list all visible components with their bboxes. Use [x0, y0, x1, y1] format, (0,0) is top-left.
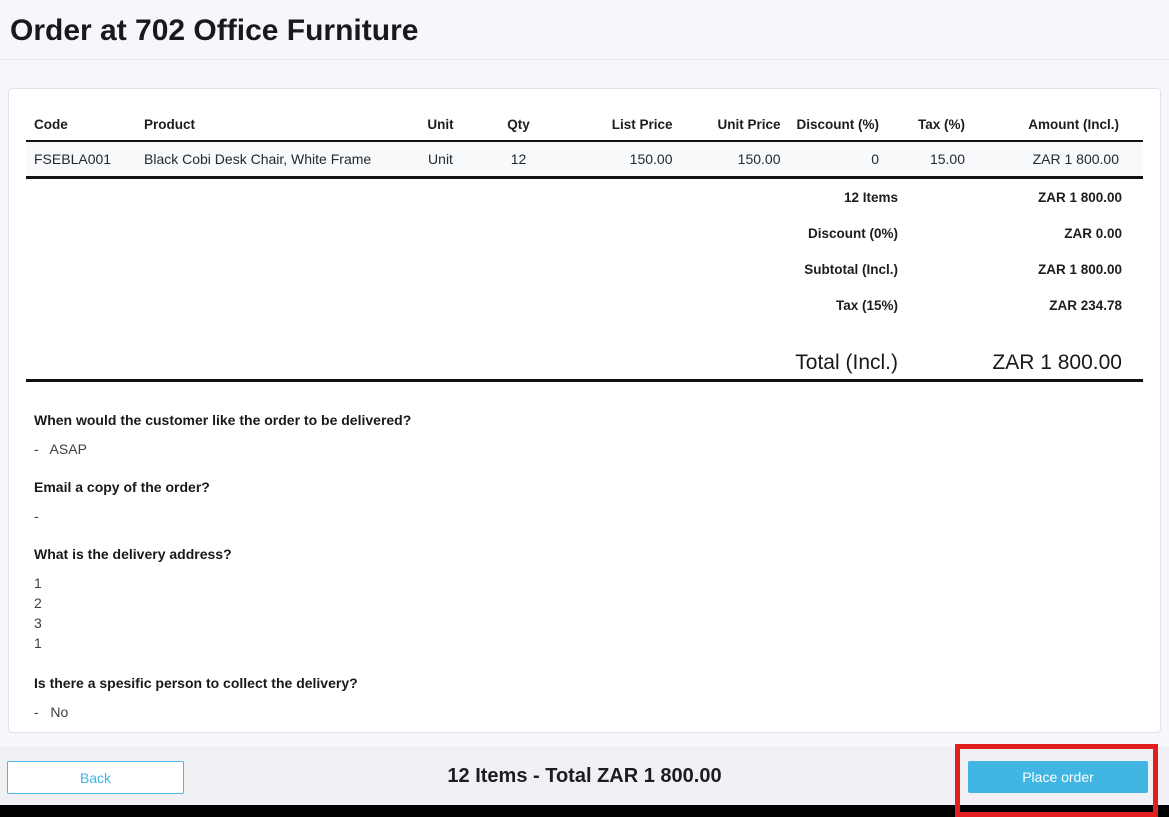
total-row: Total (Incl.) ZAR 1 800.00	[26, 349, 1143, 377]
question-email-copy: Email a copy of the order?	[34, 479, 1135, 495]
place-order-button[interactable]: Place order	[968, 761, 1148, 793]
cell-unit-price: 150.00	[681, 141, 789, 178]
cell-amount: ZAR 1 800.00	[973, 141, 1143, 178]
total-label: Total (Incl.)	[795, 351, 898, 375]
total-divider	[26, 379, 1143, 382]
footer-action-bar: 12 Items - Total ZAR 1 800.00 Back Place…	[0, 747, 1169, 805]
question-delivery-address: What is the delivery address?	[34, 546, 1135, 562]
cell-product: Black Cobi Desk Chair, White Frame	[136, 141, 400, 178]
column-header-tax: Tax (%)	[887, 109, 973, 141]
column-header-qty: Qty	[482, 109, 556, 141]
answer-delivery-time: - ASAP	[34, 441, 1135, 457]
summary-label: 12 Items	[844, 190, 898, 205]
cell-unit: Unit	[400, 141, 482, 178]
order-totals-summary: 12 Items ZAR 1 800.00 Discount (0%) ZAR …	[26, 179, 1143, 382]
summary-value: ZAR 234.78	[898, 298, 1122, 313]
back-button[interactable]: Back	[7, 761, 184, 794]
summary-label: Discount (0%)	[808, 226, 898, 241]
cell-list-price: 150.00	[556, 141, 681, 178]
total-value: ZAR 1 800.00	[898, 351, 1122, 375]
cell-discount: 0	[789, 141, 888, 178]
question-collect-person: Is there a spesific person to collect th…	[34, 675, 1135, 691]
answer-address-line: 1	[34, 573, 1135, 593]
column-header-amount: Amount (Incl.)	[973, 109, 1143, 141]
cell-tax: 15.00	[887, 141, 973, 178]
question-delivery-time: When would the customer like the order t…	[34, 412, 1135, 428]
answer-address-line: 2	[34, 593, 1135, 613]
column-header-product: Product	[136, 109, 400, 141]
page-header: Order at 702 Office Furniture	[0, 0, 1169, 60]
summary-value: ZAR 0.00	[898, 226, 1122, 241]
cell-code: FSEBLA001	[26, 141, 136, 178]
order-summary-card: Code Product Unit Qty List Price Unit Pr…	[8, 88, 1161, 733]
summary-row-discount: Discount (0%) ZAR 0.00	[26, 215, 1143, 251]
column-header-unit-price: Unit Price	[681, 109, 789, 141]
table-row: FSEBLA001 Black Cobi Desk Chair, White F…	[26, 141, 1143, 178]
order-questions-section: When would the customer like the order t…	[26, 412, 1143, 720]
summary-value: ZAR 1 800.00	[898, 190, 1122, 205]
answer-address-line: 3	[34, 613, 1135, 633]
cell-qty: 12	[482, 141, 556, 178]
table-header-row: Code Product Unit Qty List Price Unit Pr…	[26, 109, 1143, 141]
column-header-list-price: List Price	[556, 109, 681, 141]
order-items-table: Code Product Unit Qty List Price Unit Pr…	[26, 109, 1143, 179]
summary-label: Tax (15%)	[836, 298, 898, 313]
column-header-unit: Unit	[400, 109, 482, 141]
answer-email-copy: -	[34, 508, 1135, 524]
answer-collect-person: - No	[34, 704, 1135, 720]
summary-row-subtotal: Subtotal (Incl.) ZAR 1 800.00	[26, 251, 1143, 287]
column-header-code: Code	[26, 109, 136, 141]
bottom-black-strip	[0, 805, 1169, 817]
answer-address-line: 1	[34, 633, 1135, 653]
summary-row-items: 12 Items ZAR 1 800.00	[26, 179, 1143, 215]
summary-value: ZAR 1 800.00	[898, 262, 1122, 277]
column-header-discount: Discount (%)	[789, 109, 888, 141]
summary-row-tax: Tax (15%) ZAR 234.78	[26, 287, 1143, 323]
summary-label: Subtotal (Incl.)	[804, 262, 898, 277]
page-title: Order at 702 Office Furniture	[10, 13, 1159, 49]
